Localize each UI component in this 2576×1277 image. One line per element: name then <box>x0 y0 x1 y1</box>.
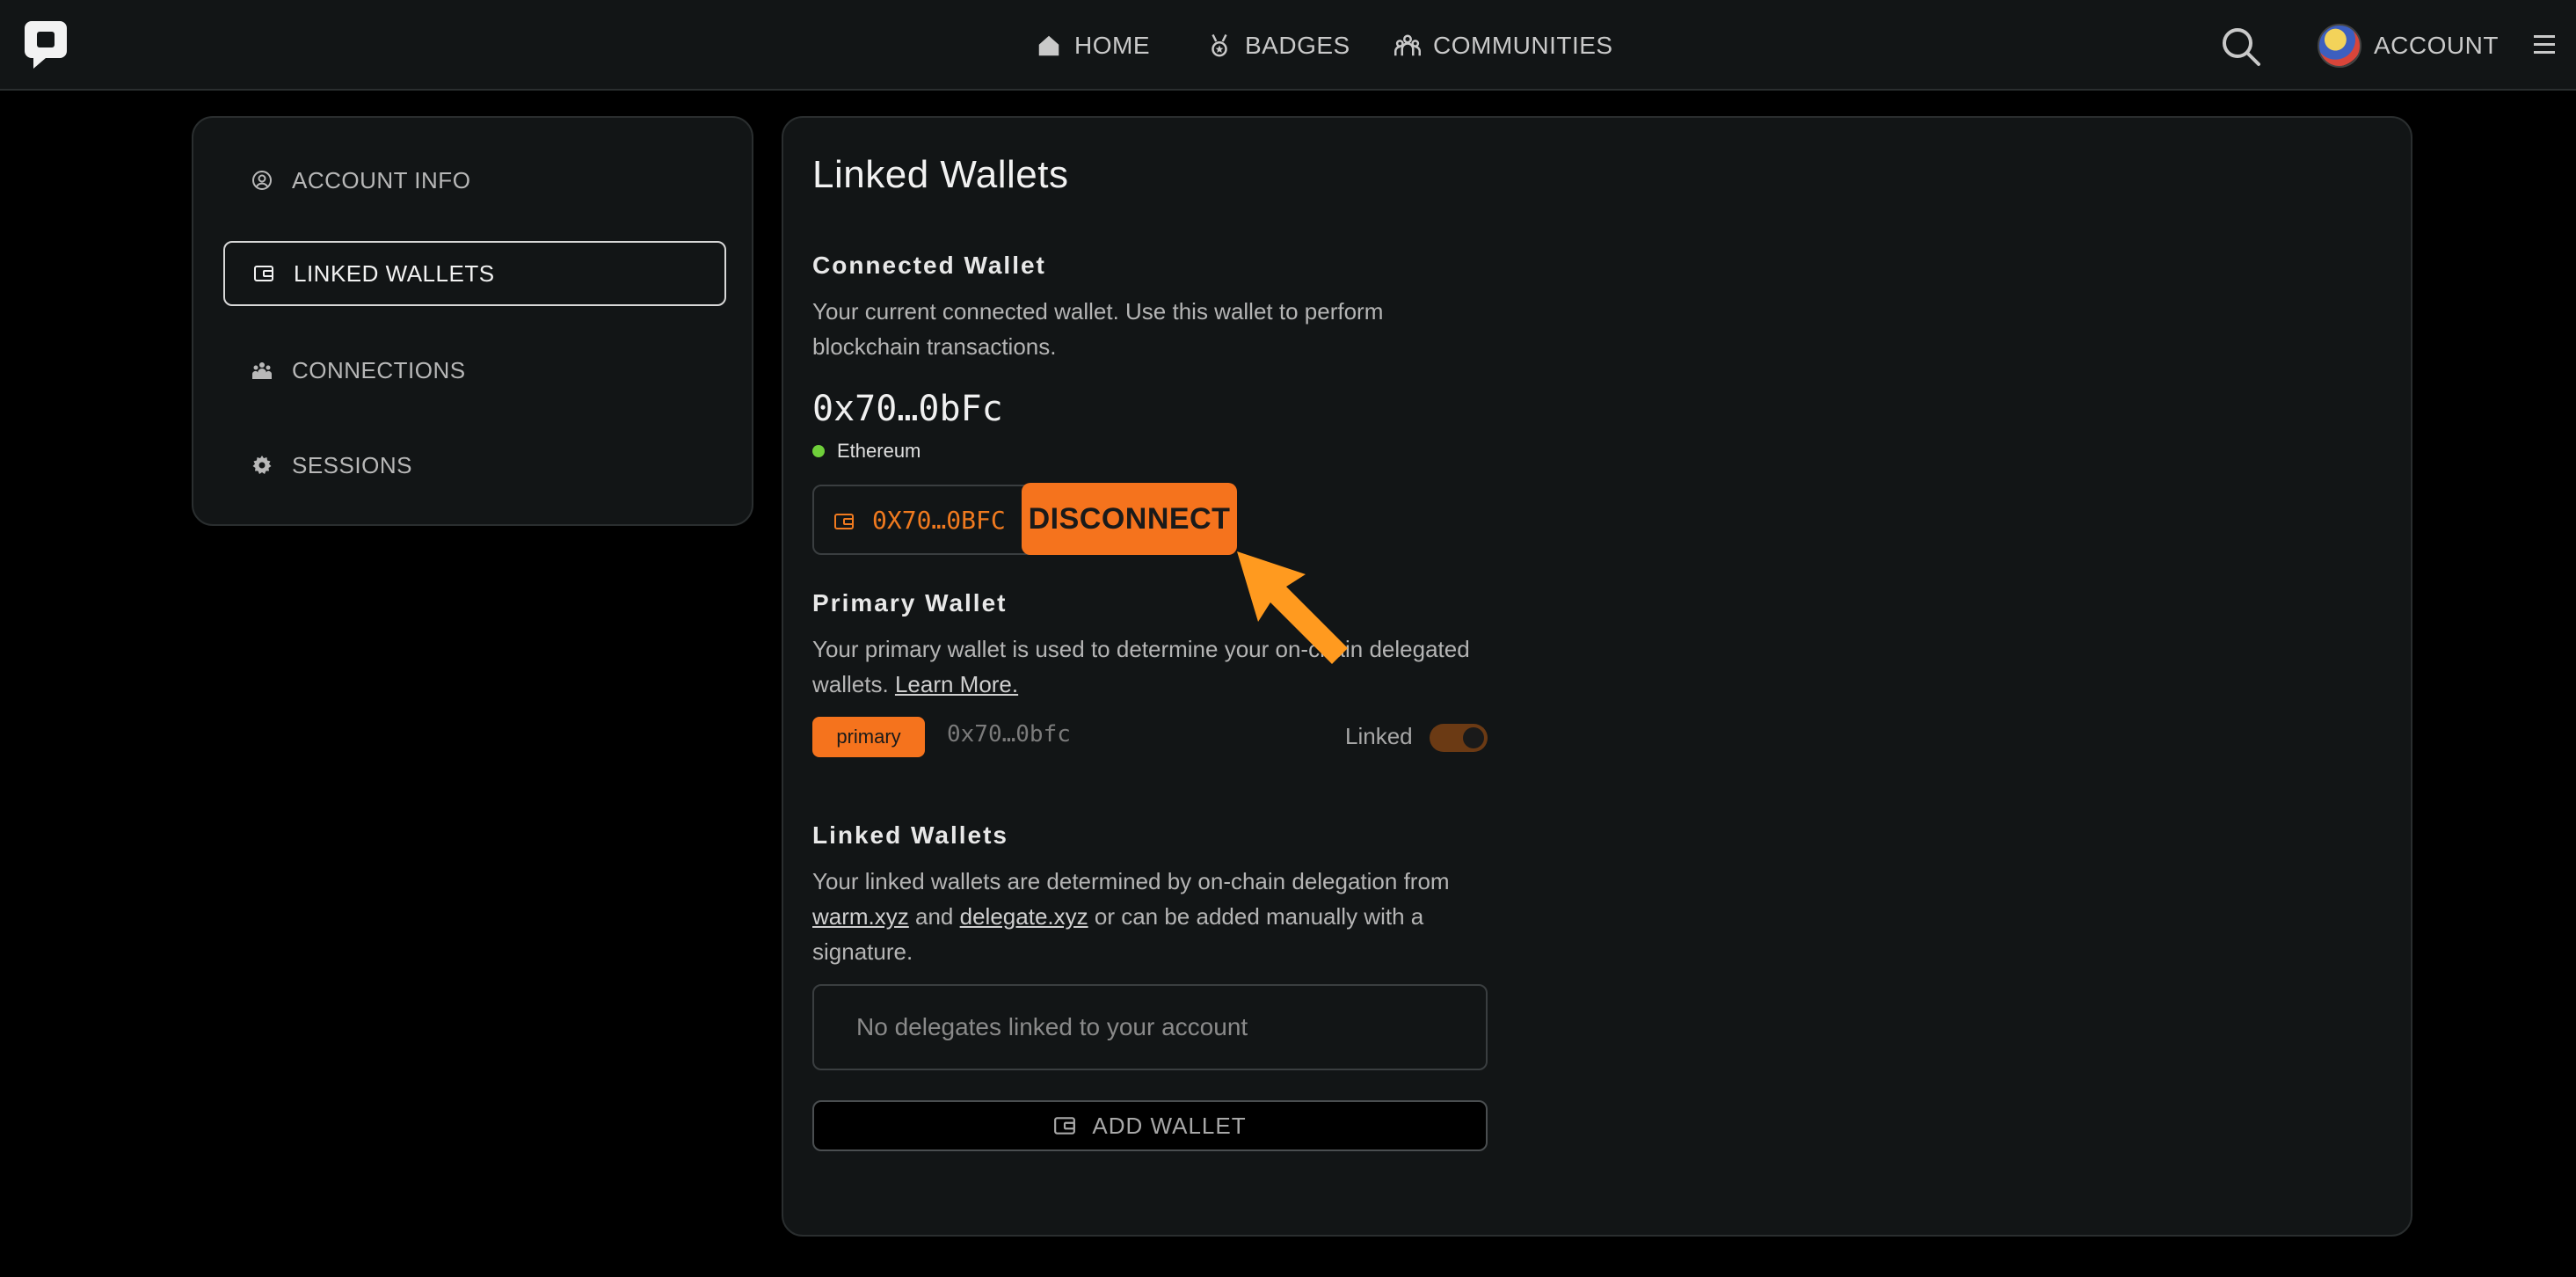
people-icon <box>252 362 272 379</box>
sidebar-item-connections[interactable]: CONNECTIONS <box>223 338 726 403</box>
linked-wallets-heading: Linked Wallets <box>812 821 1009 849</box>
wallet-icon <box>834 514 854 529</box>
sidebar-item-sessions[interactable]: SESSIONS <box>223 433 726 498</box>
connected-wallet-heading: Connected Wallet <box>812 252 1046 279</box>
nav-communities-label: COMMUNITIES <box>1433 32 1613 59</box>
primary-wallet-description: Your primary wallet is used to determine… <box>812 631 1481 702</box>
primary-wallet-address: 0x70…0bfc <box>947 721 1071 748</box>
linked-label: Linked <box>1345 723 1413 749</box>
account-menu[interactable]: ACCOUNT <box>2318 23 2499 69</box>
avatar <box>2318 24 2361 68</box>
app-logo-icon[interactable] <box>25 18 70 72</box>
badge-icon <box>1212 33 1227 57</box>
disconnect-button[interactable]: DISCONNECT <box>1022 483 1237 555</box>
settings-sidebar: ACCOUNT INFO LINKED WALLETS CONNECTIONS … <box>192 116 753 526</box>
page-title: Linked Wallets <box>812 153 1069 196</box>
nav-badges-label: BADGES <box>1245 32 1350 59</box>
gear-icon <box>252 456 272 474</box>
primary-badge: primary <box>812 717 925 757</box>
warm-xyz-link[interactable]: warm.xyz <box>812 903 909 930</box>
wallet-icon <box>254 266 273 281</box>
linked-wallets-description: Your linked wallets are determined by on… <box>812 864 1498 969</box>
wallet-icon <box>1054 1117 1076 1135</box>
chain-status-dot <box>812 445 825 457</box>
top-bar: HOME BADGES COMMUNITIES ACCOUNT <box>0 0 2576 91</box>
sidebar-item-label: LINKED WALLETS <box>294 259 495 287</box>
chain-name: Ethereum <box>837 440 921 462</box>
user-circle-icon <box>252 171 272 190</box>
linked-desc-and: and <box>915 903 954 930</box>
linked-toggle[interactable] <box>1430 724 1488 752</box>
sidebar-item-label: SESSIONS <box>292 451 412 478</box>
communities-icon <box>1394 34 1421 56</box>
add-wallet-label: ADD WALLET <box>1092 1112 1247 1139</box>
linked-wallets-panel: Linked Wallets Connected Wallet Your cur… <box>782 116 2412 1237</box>
search-icon[interactable] <box>2221 26 2261 67</box>
sidebar-item-account-info[interactable]: ACCOUNT INFO <box>223 148 726 213</box>
toggle-knob <box>1463 727 1484 748</box>
chain-indicator: Ethereum <box>812 440 921 463</box>
annotation-arrow-icon <box>1237 551 1348 664</box>
account-label: ACCOUNT <box>2374 32 2499 59</box>
sidebar-item-label: CONNECTIONS <box>292 356 466 383</box>
nav-home[interactable]: HOME <box>1036 26 1150 65</box>
nav-communities[interactable]: COMMUNITIES <box>1394 26 1613 65</box>
nav-badges[interactable]: BADGES <box>1206 26 1350 65</box>
nav-home-label: HOME <box>1074 32 1150 59</box>
add-wallet-button[interactable]: ADD WALLET <box>812 1100 1488 1151</box>
sidebar-item-label: ACCOUNT INFO <box>292 166 471 193</box>
connected-wallet-description: Your current connected wallet. Use this … <box>812 298 1384 360</box>
hamburger-menu-icon[interactable] <box>2532 32 2557 58</box>
primary-wallet-heading: Primary Wallet <box>812 589 1008 617</box>
learn-more-link[interactable]: Learn More. <box>895 671 1018 697</box>
linked-desc-start: Your linked wallets are determined by on… <box>812 868 1450 894</box>
delegate-xyz-link[interactable]: delegate.xyz <box>960 903 1088 930</box>
wallet-pill-address: 0X70…0BFC <box>872 506 1006 535</box>
sidebar-item-linked-wallets[interactable]: LINKED WALLETS <box>223 241 726 306</box>
connected-wallet-address: 0x70…0bFc <box>812 389 1003 429</box>
empty-delegates-box: No delegates linked to your account <box>812 984 1488 1070</box>
home-icon <box>1038 35 1059 56</box>
